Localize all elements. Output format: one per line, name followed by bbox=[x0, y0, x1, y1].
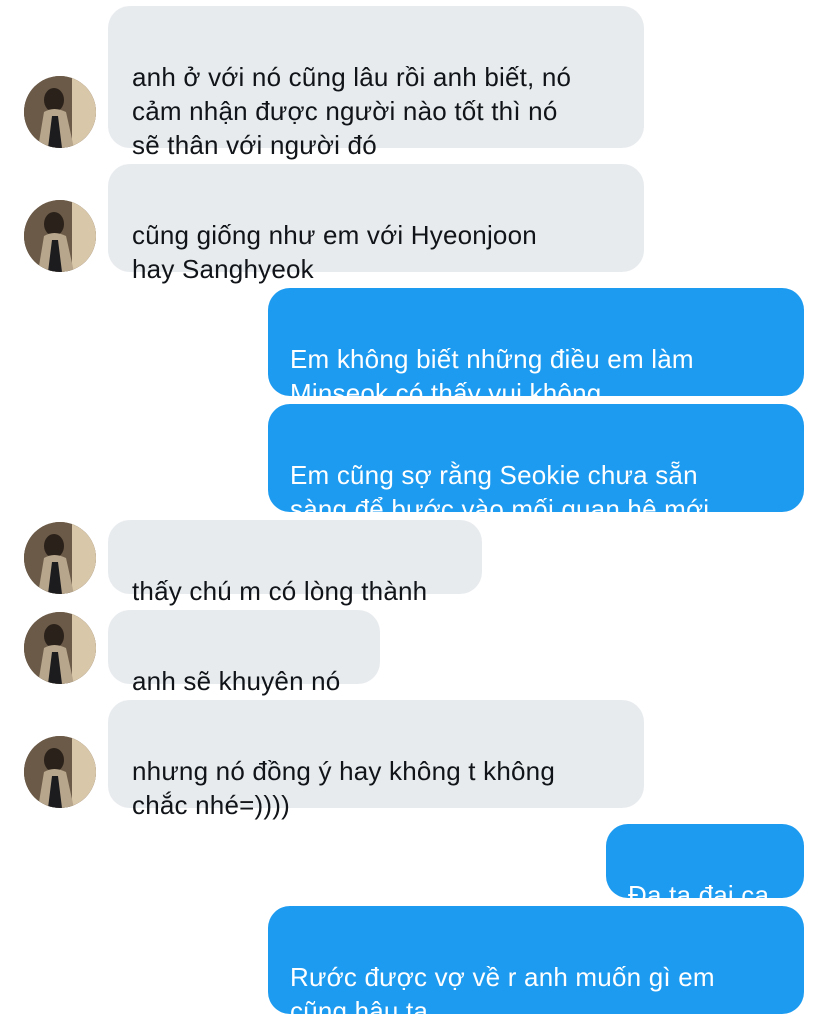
profile-photo-icon bbox=[24, 736, 96, 808]
message-text: Rước được vợ về r anh muốn gì em cũng hậ… bbox=[290, 962, 715, 1026]
profile-photo-icon bbox=[24, 612, 96, 684]
message-bubble[interactable]: Em cũng sợ rằng Seokie chưa sẵn sàng để … bbox=[268, 404, 804, 524]
avatar[interactable] bbox=[24, 200, 96, 272]
message-bubble[interactable]: Em không biết những điều em làm Minseok … bbox=[268, 288, 804, 408]
message-text: cũng giống như em với Hyeonjoon hay Sang… bbox=[132, 220, 537, 284]
message-text: thấy chú m có lòng thành bbox=[132, 576, 428, 606]
avatar[interactable] bbox=[24, 76, 96, 148]
message-bubble[interactable]: anh sẽ khuyên nó bbox=[108, 610, 380, 696]
avatar[interactable] bbox=[24, 736, 96, 808]
message-bubble[interactable]: Rước được vợ về r anh muốn gì em cũng hậ… bbox=[268, 906, 804, 1026]
message-text: nhưng nó đồng ý hay không t không chắc n… bbox=[132, 756, 555, 820]
profile-photo-icon bbox=[24, 200, 96, 272]
message-bubble[interactable]: anh ở với nó cũng lâu rồi anh biết, nó c… bbox=[108, 6, 644, 160]
message-text: Em không biết những điều em làm Minseok … bbox=[290, 344, 694, 408]
message-bubble[interactable]: thấy chú m có lòng thành bbox=[108, 520, 482, 606]
message-text: Em cũng sợ rằng Seokie chưa sẵn sàng để … bbox=[290, 460, 710, 524]
message-bubble[interactable]: nhưng nó đồng ý hay không t không chắc n… bbox=[108, 700, 644, 820]
profile-photo-icon bbox=[24, 76, 96, 148]
avatar[interactable] bbox=[24, 522, 96, 594]
profile-photo-icon bbox=[24, 522, 96, 594]
message-bubble[interactable]: cũng giống như em với Hyeonjoon hay Sang… bbox=[108, 164, 644, 284]
message-text: anh sẽ khuyên nó bbox=[132, 666, 341, 696]
message-text: anh ở với nó cũng lâu rồi anh biết, nó c… bbox=[132, 62, 572, 160]
avatar[interactable] bbox=[24, 612, 96, 684]
message-bubble[interactable]: Đa tạ đại ca bbox=[606, 824, 804, 910]
